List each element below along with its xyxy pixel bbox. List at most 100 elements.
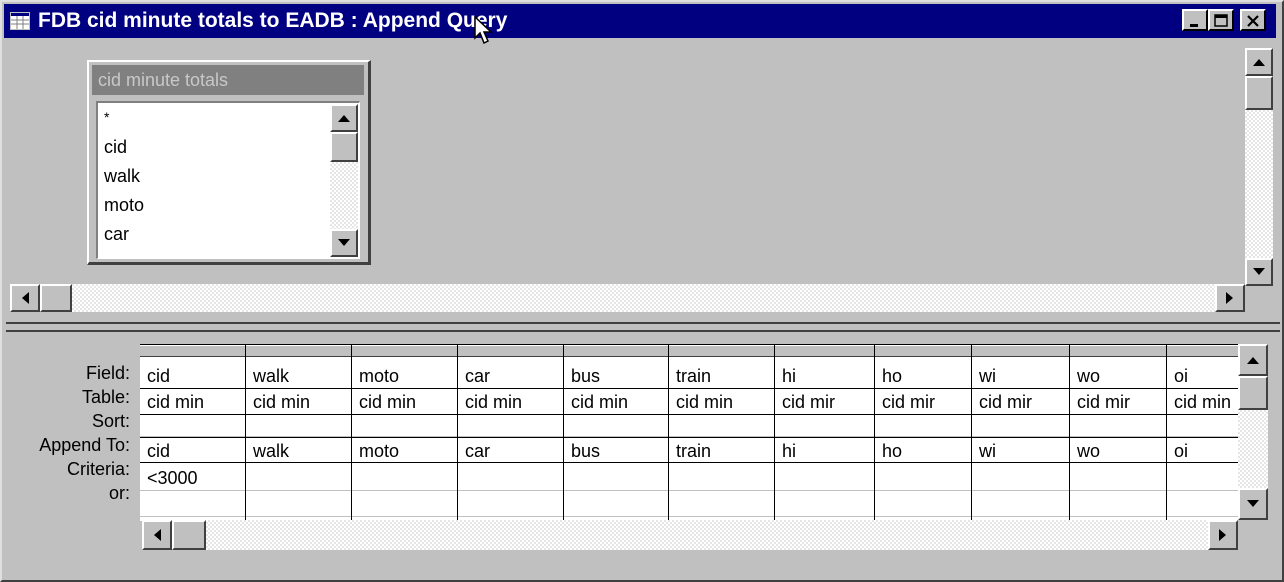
column-selector[interactable]: [352, 345, 457, 357]
cell-or[interactable]: [564, 491, 668, 517]
grid-scroll-left-button[interactable]: [142, 520, 172, 550]
cell-table[interactable]: cid min: [458, 389, 563, 415]
table-pane-hscroll-track[interactable]: [40, 284, 1215, 312]
cell-append-to[interactable]: oi: [1167, 437, 1238, 463]
cell-or[interactable]: [352, 491, 457, 517]
cell-append-to[interactable]: train: [669, 437, 774, 463]
cell-or[interactable]: [875, 491, 971, 517]
cell-sort[interactable]: [1167, 415, 1238, 437]
cell-sort[interactable]: [775, 415, 874, 437]
column-selector[interactable]: [458, 345, 563, 357]
cell-append-to[interactable]: car: [458, 437, 563, 463]
grid-scroll-up-button[interactable]: [1238, 344, 1268, 376]
cell-criteria[interactable]: [458, 465, 563, 491]
cell-criteria[interactable]: [246, 465, 351, 491]
pane-splitter[interactable]: [6, 322, 1280, 324]
column-selector[interactable]: [1167, 345, 1238, 357]
cell-table[interactable]: cid min: [564, 389, 668, 415]
cell-table[interactable]: cid min: [1167, 389, 1238, 415]
table-pane-scroll-thumb[interactable]: [1245, 76, 1273, 110]
cell-or[interactable]: [458, 491, 563, 517]
cell-sort[interactable]: [564, 415, 668, 437]
column-selector[interactable]: [564, 345, 668, 357]
field-list-item[interactable]: *: [104, 103, 109, 132]
cell-append-to[interactable]: bus: [564, 437, 668, 463]
field-list-item[interactable]: car: [104, 220, 129, 249]
cell-or[interactable]: [140, 491, 245, 517]
cell-sort[interactable]: [875, 415, 971, 437]
cell-field[interactable]: hi: [775, 363, 874, 389]
field-list-item[interactable]: moto: [104, 191, 144, 220]
cell-sort[interactable]: [458, 415, 563, 437]
maximize-button[interactable]: [1208, 9, 1234, 31]
cell-field[interactable]: oi: [1167, 363, 1238, 389]
cell-table[interactable]: cid min: [352, 389, 457, 415]
field-list-item[interactable]: cid: [104, 133, 127, 162]
column-selector[interactable]: [669, 345, 774, 357]
cell-or[interactable]: [1070, 491, 1166, 517]
table-pane-scroll-left-button[interactable]: [10, 284, 40, 312]
cell-append-to[interactable]: wi: [972, 437, 1069, 463]
column-selector[interactable]: [1070, 345, 1166, 357]
table-pane-scroll-right-button[interactable]: [1215, 284, 1245, 312]
grid-hscroll-thumb[interactable]: [172, 520, 206, 550]
column-selector[interactable]: [775, 345, 874, 357]
cell-field[interactable]: walk: [246, 363, 351, 389]
cell-table[interactable]: cid min: [140, 389, 245, 415]
table-pane-scroll-up-button[interactable]: [1245, 48, 1273, 76]
cell-field[interactable]: car: [458, 363, 563, 389]
cell-append-to[interactable]: ho: [875, 437, 971, 463]
cell-criteria[interactable]: [972, 465, 1069, 491]
field-list-scroll-thumb[interactable]: [330, 132, 358, 162]
cell-field[interactable]: wi: [972, 363, 1069, 389]
cell-field[interactable]: ho: [875, 363, 971, 389]
cell-criteria[interactable]: [352, 465, 457, 491]
cell-table[interactable]: cid mir: [775, 389, 874, 415]
column-selector[interactable]: [246, 345, 351, 357]
cell-sort[interactable]: [352, 415, 457, 437]
cell-criteria[interactable]: [775, 465, 874, 491]
cell-table[interactable]: cid min: [246, 389, 351, 415]
grid-scroll-thumb[interactable]: [1238, 376, 1268, 410]
minimize-button[interactable]: [1182, 9, 1208, 31]
cell-table[interactable]: cid mir: [875, 389, 971, 415]
cell-sort[interactable]: [140, 415, 245, 437]
column-selector[interactable]: [972, 345, 1069, 357]
cell-table[interactable]: cid mir: [972, 389, 1069, 415]
cell-append-to[interactable]: cid: [140, 437, 245, 463]
field-list-scroll-up-button[interactable]: [330, 104, 358, 132]
cell-field[interactable]: cid: [140, 363, 245, 389]
cell-append-to[interactable]: wo: [1070, 437, 1166, 463]
title-bar[interactable]: FDB cid minute totals to EADB : Append Q…: [4, 4, 1276, 38]
cell-criteria[interactable]: [1167, 465, 1238, 491]
cell-or[interactable]: [1167, 491, 1238, 517]
cell-criteria[interactable]: [875, 465, 971, 491]
cell-append-to[interactable]: moto: [352, 437, 457, 463]
cell-criteria[interactable]: [564, 465, 668, 491]
cell-or[interactable]: [669, 491, 774, 517]
cell-field[interactable]: moto: [352, 363, 457, 389]
cell-sort[interactable]: [972, 415, 1069, 437]
table-pane-scroll-down-button[interactable]: [1245, 258, 1273, 286]
cell-table[interactable]: cid mir: [1070, 389, 1166, 415]
grid-scroll-right-button[interactable]: [1208, 520, 1238, 550]
cell-table[interactable]: cid min: [669, 389, 774, 415]
cell-criteria[interactable]: <3000: [140, 465, 245, 491]
grid-hscroll-track[interactable]: [172, 520, 1208, 550]
close-button[interactable]: [1240, 9, 1266, 31]
cell-criteria[interactable]: [669, 465, 774, 491]
grid-scroll-down-button[interactable]: [1238, 488, 1268, 520]
cell-or[interactable]: [972, 491, 1069, 517]
cell-or[interactable]: [246, 491, 351, 517]
column-selector[interactable]: [140, 345, 245, 357]
cell-append-to[interactable]: walk: [246, 437, 351, 463]
cell-field[interactable]: wo: [1070, 363, 1166, 389]
cell-append-to[interactable]: hi: [775, 437, 874, 463]
cell-sort[interactable]: [669, 415, 774, 437]
field-list-box[interactable]: cid minute totals * cid walk moto car: [87, 60, 371, 265]
cell-criteria[interactable]: [1070, 465, 1166, 491]
field-list-scroll-down-button[interactable]: [330, 229, 358, 257]
cell-or[interactable]: [775, 491, 874, 517]
cell-sort[interactable]: [1070, 415, 1166, 437]
cell-field[interactable]: train: [669, 363, 774, 389]
